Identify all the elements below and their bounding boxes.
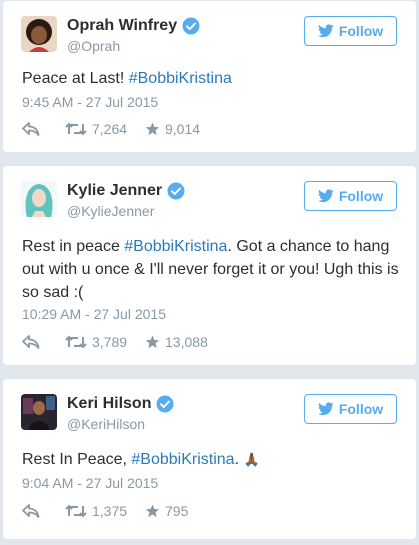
tweet-timestamp[interactable]: 10:29 AM - 27 Jul 2015 <box>22 305 166 323</box>
user-info: Kylie Jenner @KylieJenner <box>67 181 185 220</box>
twitter-bird-icon <box>317 24 334 38</box>
tweet-actions: 3,789 13,088 <box>22 334 208 350</box>
user-info: Oprah Winfrey @Oprah <box>67 16 200 55</box>
retweet-button[interactable]: 1,375 <box>65 503 145 519</box>
follow-label: Follow <box>338 188 384 204</box>
tweet-card: Keri Hilson @KeriHilson Follow Rest In P… <box>2 378 417 540</box>
user-info: Keri Hilson @KeriHilson <box>67 394 174 433</box>
follow-button[interactable]: Follow <box>304 181 397 211</box>
tweet-text-plain: Rest in peace <box>22 238 125 255</box>
tweet-text: Rest In Peace, #BobbiKristina. 🙏🏾 <box>22 448 407 471</box>
retweet-count: 7,264 <box>92 121 128 137</box>
user-handle[interactable]: @Oprah <box>67 37 200 55</box>
reply-button[interactable] <box>22 504 65 518</box>
hashtag-link[interactable]: #BobbiKristina <box>131 451 234 468</box>
retweet-icon <box>65 335 87 349</box>
reply-icon <box>22 335 40 349</box>
follow-label: Follow <box>338 23 384 39</box>
verified-badge-icon <box>182 17 200 35</box>
star-icon <box>145 335 160 349</box>
display-name[interactable]: Kylie Jenner <box>67 181 162 201</box>
tweet-timestamp[interactable]: 9:04 AM - 27 Jul 2015 <box>22 474 158 492</box>
hashtag-link[interactable]: #BobbiKristina <box>129 70 232 87</box>
favorite-button[interactable]: 795 <box>145 503 188 519</box>
twitter-bird-icon <box>317 189 334 203</box>
follow-label: Follow <box>338 401 384 417</box>
favorite-button[interactable]: 9,014 <box>145 121 200 137</box>
favorite-count: 795 <box>165 503 189 519</box>
praying-hands-emoji: 🙏🏾 <box>243 452 260 467</box>
tweet-text-plain: Rest In Peace, <box>22 451 132 468</box>
favorite-button[interactable]: 13,088 <box>145 334 208 350</box>
user-handle[interactable]: @KeriHilson <box>67 415 174 433</box>
verified-badge-icon <box>167 182 185 200</box>
retweet-count: 1,375 <box>92 503 128 519</box>
tweet-card: Kylie Jenner @KylieJenner Follow Rest in… <box>2 165 417 366</box>
retweet-icon <box>65 122 87 136</box>
tweet-text: Rest in peace #BobbiKristina. Got a chan… <box>22 235 407 304</box>
avatar[interactable] <box>21 181 57 217</box>
star-icon <box>145 504 160 518</box>
retweet-count: 3,789 <box>92 334 128 350</box>
twitter-bird-icon <box>317 402 334 416</box>
retweet-button[interactable]: 7,264 <box>65 121 145 137</box>
follow-button[interactable]: Follow <box>304 16 397 46</box>
retweet-icon <box>65 504 87 518</box>
tweet-text-plain: Peace at Last! <box>22 70 129 87</box>
tweet-actions: 1,375 795 <box>22 503 188 519</box>
avatar[interactable] <box>21 16 57 52</box>
tweet-actions: 7,264 9,014 <box>22 121 200 137</box>
star-icon <box>145 122 160 136</box>
display-name[interactable]: Oprah Winfrey <box>67 16 177 36</box>
hashtag-link[interactable]: #BobbiKristina <box>124 238 227 255</box>
tweet-feed: Oprah Winfrey @Oprah Follow Peace at Las… <box>0 0 419 545</box>
follow-button[interactable]: Follow <box>304 394 397 424</box>
tweet-timestamp[interactable]: 9:45 AM - 27 Jul 2015 <box>22 93 158 111</box>
favorite-count: 13,088 <box>165 334 208 350</box>
reply-icon <box>22 504 40 518</box>
reply-icon <box>22 122 40 136</box>
tweet-text: Peace at Last! #BobbiKristina <box>22 67 407 90</box>
retweet-button[interactable]: 3,789 <box>65 334 145 350</box>
avatar[interactable] <box>21 394 57 430</box>
reply-button[interactable] <box>22 335 65 349</box>
verified-badge-icon <box>156 395 174 413</box>
user-handle[interactable]: @KylieJenner <box>67 202 185 220</box>
display-name[interactable]: Keri Hilson <box>67 394 151 414</box>
reply-button[interactable] <box>22 122 65 136</box>
favorite-count: 9,014 <box>165 121 201 137</box>
tweet-card: Oprah Winfrey @Oprah Follow Peace at Las… <box>2 0 417 153</box>
